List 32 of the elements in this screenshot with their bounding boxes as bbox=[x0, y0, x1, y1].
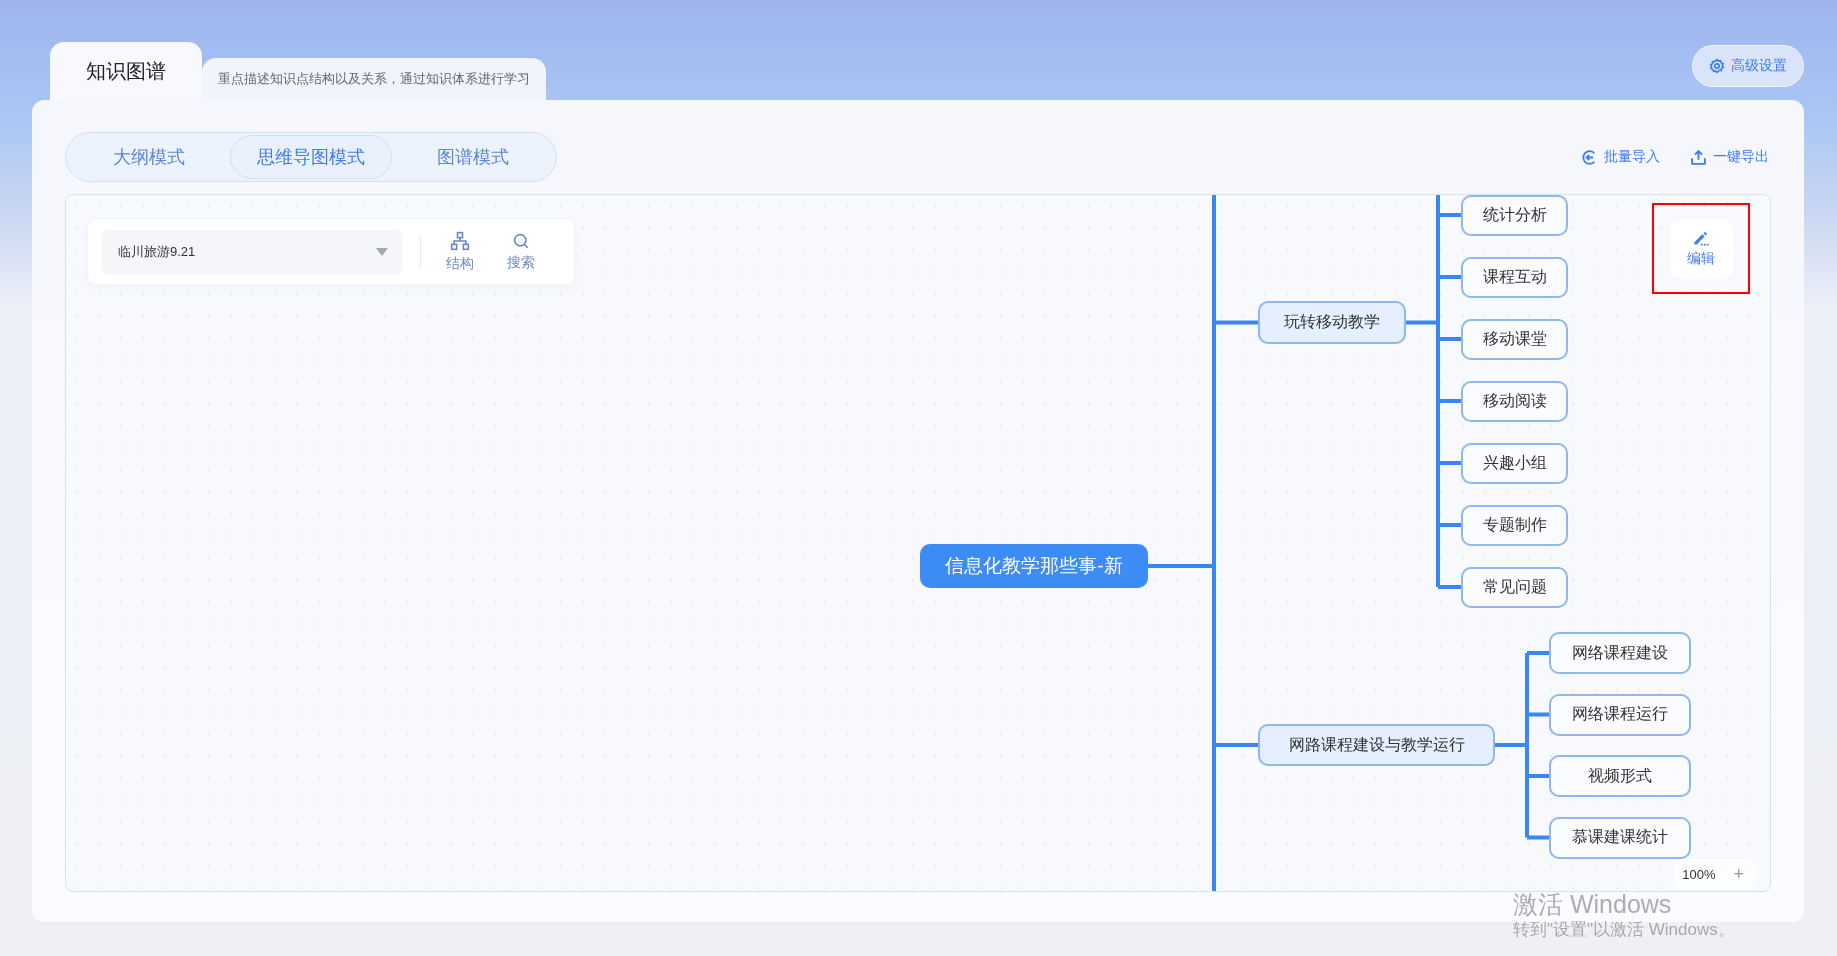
upload-icon bbox=[1690, 148, 1707, 166]
search-button[interactable]: 搜索 bbox=[498, 232, 544, 272]
hierarchy-icon bbox=[449, 231, 470, 251]
leaf-node[interactable]: 慕课建课统计 bbox=[1549, 816, 1691, 859]
mode-tab[interactable]: 思维导图模式 bbox=[230, 135, 392, 179]
leaf-node[interactable]: 视频形式 bbox=[1549, 755, 1691, 797]
structure-button[interactable]: 结构 bbox=[437, 231, 483, 273]
leaf-node[interactable]: 网络课程建设 bbox=[1549, 632, 1691, 674]
header-tab[interactable]: 重点描述知识点结构以及关系，通过知识体系进行学习 bbox=[202, 58, 546, 100]
leaf-node[interactable]: 兴趣小组 bbox=[1461, 442, 1568, 484]
edit-button[interactable]: 编辑 bbox=[1669, 220, 1733, 277]
leaf-node[interactable]: 专题制作 bbox=[1461, 504, 1568, 546]
leaf-node[interactable]: 课程互动 bbox=[1461, 256, 1568, 298]
branch-node[interactable]: 网路课程建设与教学运行 bbox=[1258, 724, 1495, 766]
map-select[interactable]: 临川旅游9.21 bbox=[102, 229, 403, 275]
import-icon bbox=[1581, 148, 1598, 166]
leaf-node[interactable]: 统计分析 bbox=[1461, 195, 1568, 236]
export-link[interactable]: 一键导出 bbox=[1690, 148, 1769, 166]
caret-icon bbox=[376, 248, 389, 256]
leaf-node[interactable]: 移动阅读 bbox=[1461, 380, 1568, 422]
pencil-icon bbox=[1692, 229, 1710, 246]
branch-node[interactable]: 玩转移动教学 bbox=[1258, 301, 1406, 344]
leaf-node[interactable]: 移动课堂 bbox=[1461, 318, 1568, 360]
activation-title: 激活 Windows bbox=[1513, 890, 1673, 918]
search-icon bbox=[512, 232, 531, 250]
zoom-level: 100% bbox=[1682, 866, 1716, 882]
leaf-node[interactable]: 常见问题 bbox=[1461, 566, 1568, 608]
leaf-node[interactable]: 网络课程运行 bbox=[1549, 693, 1691, 736]
activation-hint: 转到"设置"以激活 Windows。 bbox=[1513, 919, 1735, 941]
header-tab[interactable]: 知识图谱 bbox=[50, 42, 202, 100]
settings-icon bbox=[1709, 58, 1725, 74]
import-link[interactable]: 批量导入 bbox=[1581, 148, 1660, 166]
